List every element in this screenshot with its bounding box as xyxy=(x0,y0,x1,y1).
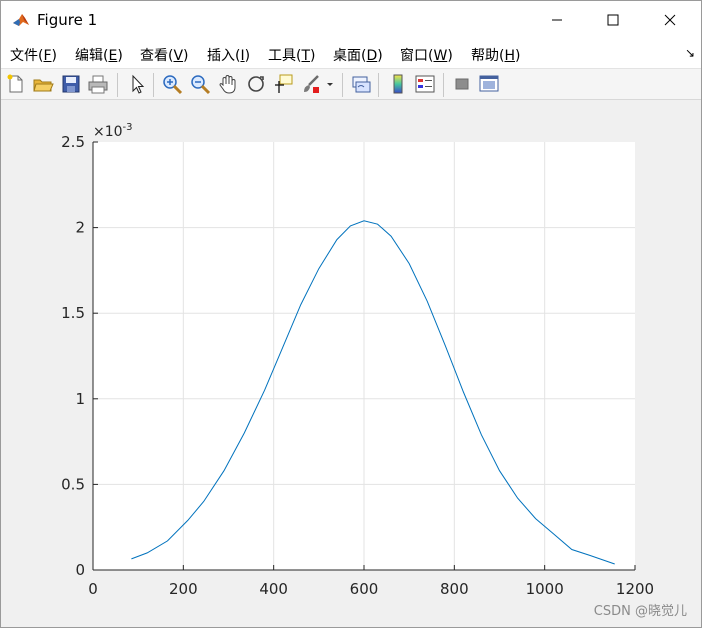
menu-edit[interactable]: 编辑(E) xyxy=(75,45,123,65)
save-icon[interactable] xyxy=(60,73,82,95)
y-tick-label: 2.5 xyxy=(61,133,85,151)
minimize-button[interactable] xyxy=(531,1,583,39)
menu-edit-label: 编辑( xyxy=(75,48,109,64)
watermark-text: CSDN @晓觉儿 xyxy=(593,604,687,619)
y-tick-label: 1.5 xyxy=(61,304,85,322)
menu-file-end: ) xyxy=(51,48,57,64)
menu-tools-accel: T xyxy=(301,48,311,64)
y-tick-label: 0.5 xyxy=(61,475,85,493)
figure-toolbar xyxy=(1,68,701,100)
brush-icon[interactable] xyxy=(300,73,322,95)
y-tick-label: 2 xyxy=(75,219,85,237)
menu-insert[interactable]: 插入(I) xyxy=(207,45,250,65)
x-tick-label: 200 xyxy=(169,580,198,598)
menu-tools-label: 工具( xyxy=(268,48,302,64)
hide-plot-tools-icon[interactable] xyxy=(451,73,473,95)
x-tick-labels: 0 200 400 600 800 1000 1200 xyxy=(88,580,654,598)
y-tick-label: 0 xyxy=(75,561,85,579)
close-button[interactable] xyxy=(644,1,696,39)
menu-window-label: 窗口( xyxy=(400,48,434,64)
link-plot-icon[interactable] xyxy=(350,73,372,95)
zoom-out-icon[interactable] xyxy=(189,73,211,95)
open-file-icon[interactable] xyxy=(32,73,54,95)
toolbar-separator xyxy=(117,73,118,97)
y-exponent-label: ×10-3 xyxy=(93,122,133,140)
matlab-logo-icon xyxy=(11,10,31,30)
menu-view-label: 查看( xyxy=(140,48,174,64)
toolbar-separator xyxy=(378,73,379,97)
window-title: Figure 1 xyxy=(37,11,98,29)
x-tick-label: 400 xyxy=(259,580,288,598)
menu-window[interactable]: 窗口(W) xyxy=(400,45,453,65)
pan-hand-icon[interactable] xyxy=(217,73,239,95)
menu-view-accel: V xyxy=(173,48,184,64)
new-figure-icon[interactable] xyxy=(5,73,27,95)
menu-help-end: ) xyxy=(515,48,521,64)
axes-svg[interactable]: 0 200 400 600 800 1000 1200 0 0.5 1 1.5 2 2.5 ×10-3 xyxy=(1,100,701,627)
menu-help-accel: H xyxy=(504,48,515,64)
menu-insert-label: 插入( xyxy=(207,48,241,64)
x-tick-label: 800 xyxy=(440,580,469,598)
title-bar[interactable]: Figure 1 xyxy=(1,1,701,39)
menu-edit-accel: E xyxy=(108,48,118,64)
menu-window-end: ) xyxy=(447,48,453,64)
brush-dropdown-icon[interactable] xyxy=(325,73,335,95)
menu-desktop[interactable]: 桌面(D) xyxy=(333,45,383,65)
menu-file-accel: F xyxy=(43,48,52,64)
maximize-icon xyxy=(607,14,619,26)
menu-file-label: 文件( xyxy=(10,48,44,64)
menu-file[interactable]: 文件(F) xyxy=(10,45,57,65)
menu-view[interactable]: 查看(V) xyxy=(140,45,189,65)
toolbar-separator xyxy=(342,73,343,97)
show-plot-tools-icon[interactable] xyxy=(478,73,500,95)
toolbar-separator xyxy=(153,73,154,97)
rotate-3d-icon[interactable] xyxy=(245,73,267,95)
minimize-icon xyxy=(552,19,562,21)
menu-tools[interactable]: 工具(T) xyxy=(268,45,316,65)
figure-window: Figure 1 文件(F) 编辑(E) 查看(V) 插入(I) 工具(T) 桌… xyxy=(0,0,702,628)
print-icon[interactable] xyxy=(87,73,109,95)
menu-help-label: 帮助( xyxy=(471,48,505,64)
colorbar-icon[interactable] xyxy=(387,73,409,95)
x-tick-label: 0 xyxy=(88,580,98,598)
dock-arrow-icon[interactable]: ↘ xyxy=(685,46,695,60)
y-tick-labels: 0 0.5 1 1.5 2 2.5 xyxy=(61,133,85,579)
close-icon xyxy=(664,14,676,26)
figure-canvas[interactable]: 0 200 400 600 800 1000 1200 0 0.5 1 1.5 2 2.5 ×10-3… xyxy=(1,100,701,627)
edit-plot-arrow-icon[interactable] xyxy=(126,73,148,95)
menu-desktop-accel: D xyxy=(366,48,378,64)
menu-bar: 文件(F) 编辑(E) 查看(V) 插入(I) 工具(T) 桌面(D) 窗口(W… xyxy=(1,39,701,68)
y-exponent-base: ×10 xyxy=(93,124,123,140)
menu-view-end: ) xyxy=(183,48,189,64)
toolbar-separator xyxy=(443,73,444,97)
maximize-button[interactable] xyxy=(587,1,639,39)
zoom-in-icon[interactable] xyxy=(161,73,183,95)
menu-tools-end: ) xyxy=(310,48,316,64)
y-exponent-power: -3 xyxy=(123,122,133,133)
x-tick-label: 1200 xyxy=(616,580,654,598)
y-tick-label: 1 xyxy=(75,390,85,408)
menu-desktop-end: ) xyxy=(377,48,383,64)
menu-insert-end: ) xyxy=(244,48,251,64)
x-tick-label: 600 xyxy=(350,580,379,598)
menu-help[interactable]: 帮助(H) xyxy=(471,45,520,65)
menu-desktop-label: 桌面( xyxy=(333,48,367,64)
menu-edit-end: ) xyxy=(117,48,123,64)
legend-icon[interactable] xyxy=(414,73,436,95)
x-tick-label: 1000 xyxy=(526,580,564,598)
menu-window-accel: W xyxy=(433,48,448,64)
data-cursor-icon[interactable] xyxy=(272,73,294,95)
